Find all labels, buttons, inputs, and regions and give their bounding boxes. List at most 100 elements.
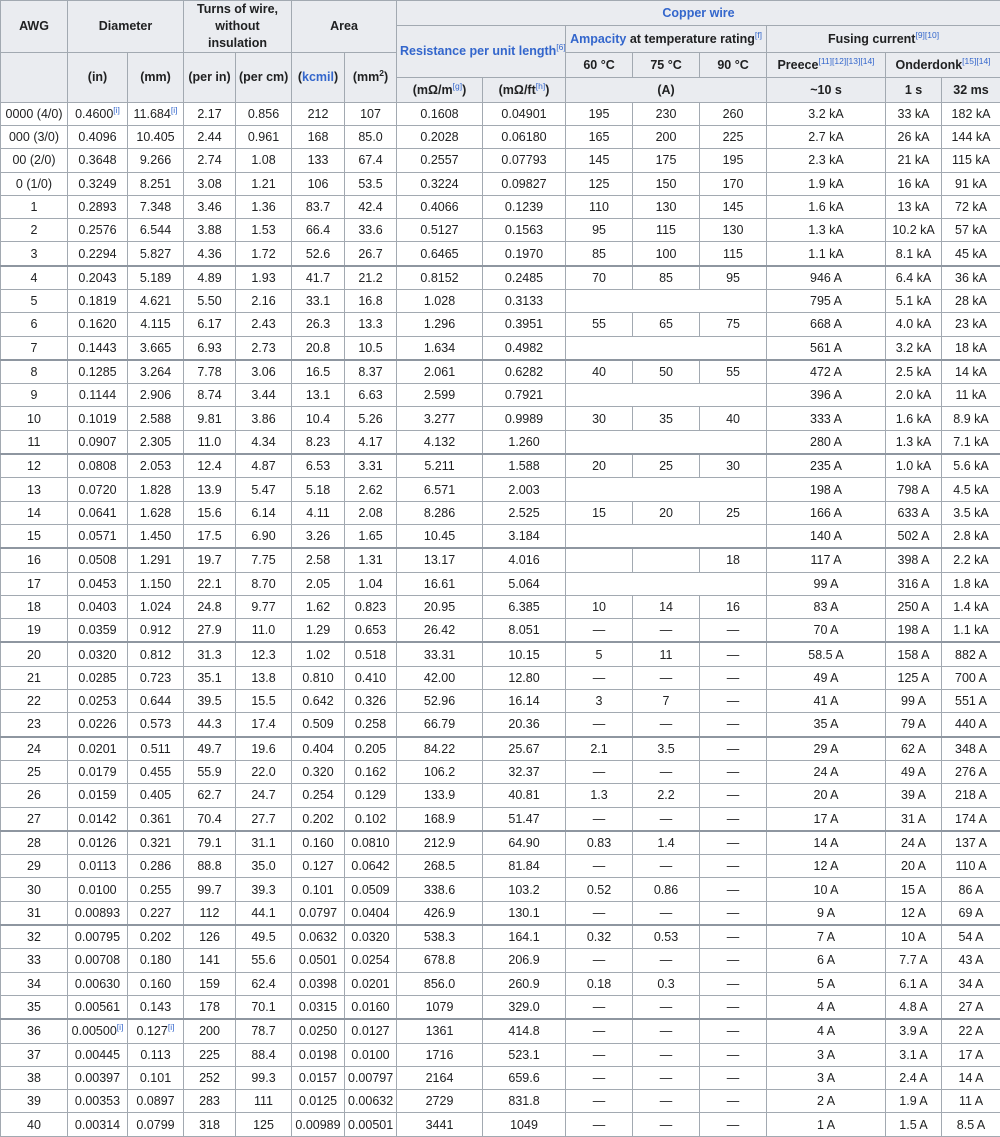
cell-turns-per-cm: 19.6 [236, 737, 292, 761]
unit-kcmil: (kcmil) [292, 52, 345, 102]
ref-resistance[interactable]: [6] [556, 42, 565, 52]
ref-diameter-mm[interactable]: [i] [171, 105, 178, 115]
ref-mohm-m[interactable]: [g] [453, 80, 462, 90]
cell-fusing-onderdonk-32ms: 4.5 kA [942, 478, 1000, 501]
cell-diameter-in-value: 0.3249 [78, 177, 116, 191]
ref-mohm-ft[interactable]: [h] [536, 80, 545, 90]
cell-fusing-onderdonk-32ms: 2.8 kA [942, 524, 1000, 548]
cell-diameter-mm-value: 1.150 [140, 577, 171, 591]
cell-fusing-onderdonk-1s: 24 A [886, 831, 942, 855]
cell-area-kcmil: 0.101 [292, 878, 345, 901]
cell-diameter-in: 0.00561 [68, 995, 128, 1019]
cell-fusing-preece: 83 A [767, 595, 886, 618]
ref-diameter-mm[interactable]: [i] [168, 1022, 175, 1032]
cell-diameter-in: 0.00795 [68, 925, 128, 949]
cell-diameter-mm: 2.906 [128, 384, 184, 407]
kcmil-link[interactable]: kcmil [302, 70, 334, 84]
cell-fusing-onderdonk-32ms: 700 A [942, 666, 1000, 689]
ref-ampacity[interactable]: [f] [755, 30, 762, 40]
cell-resistance-mohm-m: 2.061 [397, 360, 483, 384]
cell-turns-per-in: 159 [184, 972, 236, 995]
cell-diameter-in-value: 0.00561 [75, 1000, 120, 1014]
cell-resistance-mohm-m: 1716 [397, 1043, 483, 1066]
cell-turns-per-cm: 1.08 [236, 149, 292, 172]
cell-area-mm2: 6.63 [345, 384, 397, 407]
cell-turns-per-cm: 15.5 [236, 690, 292, 713]
ref-diameter-in[interactable]: [i] [117, 1022, 124, 1032]
cell-fusing-onderdonk-32ms: 36 kA [942, 266, 1000, 290]
cell-fusing-preece: 1.6 kA [767, 195, 886, 218]
cell-diameter-mm: 5.189 [128, 266, 184, 290]
awg-wire-table: AWG Diameter Turns of wire, without insu… [0, 0, 1000, 1137]
cell-diameter-in: 0.1819 [68, 290, 128, 313]
cell-resistance-mohm-ft: 12.80 [483, 666, 566, 689]
cell-diameter-mm-value: 2.053 [140, 459, 171, 473]
cell-awg: 25 [1, 760, 68, 783]
cell-diameter-in: 0.00353 [68, 1090, 128, 1113]
cell-diameter-mm: 0.227 [128, 901, 184, 925]
cell-fusing-onderdonk-32ms: 17 A [942, 1043, 1000, 1066]
copper-wire-link[interactable]: Copper wire [662, 6, 734, 20]
cell-resistance-mohm-ft: 659.6 [483, 1066, 566, 1089]
cell-area-kcmil: 0.127 [292, 855, 345, 878]
table-row: 170.04531.15022.18.702.051.0416.615.0649… [1, 572, 1000, 595]
cell-ampacity-60c: 145 [566, 149, 633, 172]
cell-fusing-onderdonk-1s: 6.4 kA [886, 266, 942, 290]
cell-ampacity-90c: — [700, 949, 767, 972]
cell-area-mm2: 0.0509 [345, 878, 397, 901]
cell-diameter-in: 0.0808 [68, 454, 128, 478]
cell-area-kcmil: 106 [292, 172, 345, 195]
cell-resistance-mohm-m: 0.1608 [397, 102, 483, 125]
cell-ampacity-75c: 2.2 [633, 784, 700, 807]
cell-area-mm2: 3.31 [345, 454, 397, 478]
ampacity-link[interactable]: Ampacity [570, 32, 626, 46]
cell-awg: 40 [1, 1113, 68, 1136]
cell-diameter-in: 0.1019 [68, 407, 128, 430]
cell-fusing-preece: 17 A [767, 807, 886, 831]
cell-diameter-in: 0.1443 [68, 336, 128, 360]
ref-fusing[interactable]: [9][10] [915, 30, 939, 40]
cell-fusing-preece: 140 A [767, 524, 886, 548]
cell-awg: 37 [1, 1043, 68, 1066]
cell-area-kcmil: 0.160 [292, 831, 345, 855]
ref-onderdonk[interactable]: [15][14] [962, 55, 990, 65]
cell-fusing-onderdonk-1s: 125 A [886, 666, 942, 689]
cell-fusing-onderdonk-32ms: 14 kA [942, 360, 1000, 384]
cell-diameter-in-value: 0.0201 [78, 742, 116, 756]
ref-diameter-in[interactable]: [i] [113, 105, 120, 115]
resistance-link[interactable]: Resistance per unit length [400, 44, 556, 58]
cell-ampacity-60c: 10 [566, 595, 633, 618]
cell-turns-per-in: 19.7 [184, 548, 236, 572]
cell-resistance-mohm-m: 0.2557 [397, 149, 483, 172]
cell-fusing-onderdonk-1s: 316 A [886, 572, 942, 595]
cell-fusing-onderdonk-32ms: 5.6 kA [942, 454, 1000, 478]
cell-turns-per-in: 70.4 [184, 807, 236, 831]
cell-ampacity-75c: 14 [633, 595, 700, 618]
cell-area-mm2: 1.65 [345, 524, 397, 548]
cell-fusing-onderdonk-1s: 1.3 kA [886, 430, 942, 454]
cell-awg: 00 (2/0) [1, 149, 68, 172]
ref-preece[interactable]: [11][12][13][14] [818, 55, 874, 65]
cell-fusing-onderdonk-32ms: 218 A [942, 784, 1000, 807]
cell-turns-per-in: 88.8 [184, 855, 236, 878]
cell-resistance-mohm-m: 1.634 [397, 336, 483, 360]
cell-resistance-mohm-ft: 81.84 [483, 855, 566, 878]
cell-resistance-mohm-ft: 0.04901 [483, 102, 566, 125]
cell-fusing-onderdonk-32ms: 8.5 A [942, 1113, 1000, 1136]
unit-10s: ~10 s [767, 77, 886, 102]
table-row: 270.01420.36170.427.70.2020.102168.951.4… [1, 807, 1000, 831]
cell-fusing-onderdonk-32ms: 43 A [942, 949, 1000, 972]
cell-fusing-onderdonk-1s: 198 A [886, 619, 942, 643]
cell-fusing-preece: 70 A [767, 619, 886, 643]
paren-close: ) [334, 70, 338, 84]
cell-resistance-mohm-m: 212.9 [397, 831, 483, 855]
cell-fusing-preece: 2.7 kA [767, 125, 886, 148]
cell-ampacity-75c: 115 [633, 219, 700, 242]
cell-fusing-preece: 333 A [767, 407, 886, 430]
cell-diameter-mm-value: 0.812 [140, 648, 171, 662]
cell-awg: 38 [1, 1066, 68, 1089]
cell-fusing-preece: 3 A [767, 1066, 886, 1089]
cell-area-kcmil: 212 [292, 102, 345, 125]
cell-ampacity-60c: 85 [566, 242, 633, 266]
cell-fusing-onderdonk-1s: 1.6 kA [886, 407, 942, 430]
